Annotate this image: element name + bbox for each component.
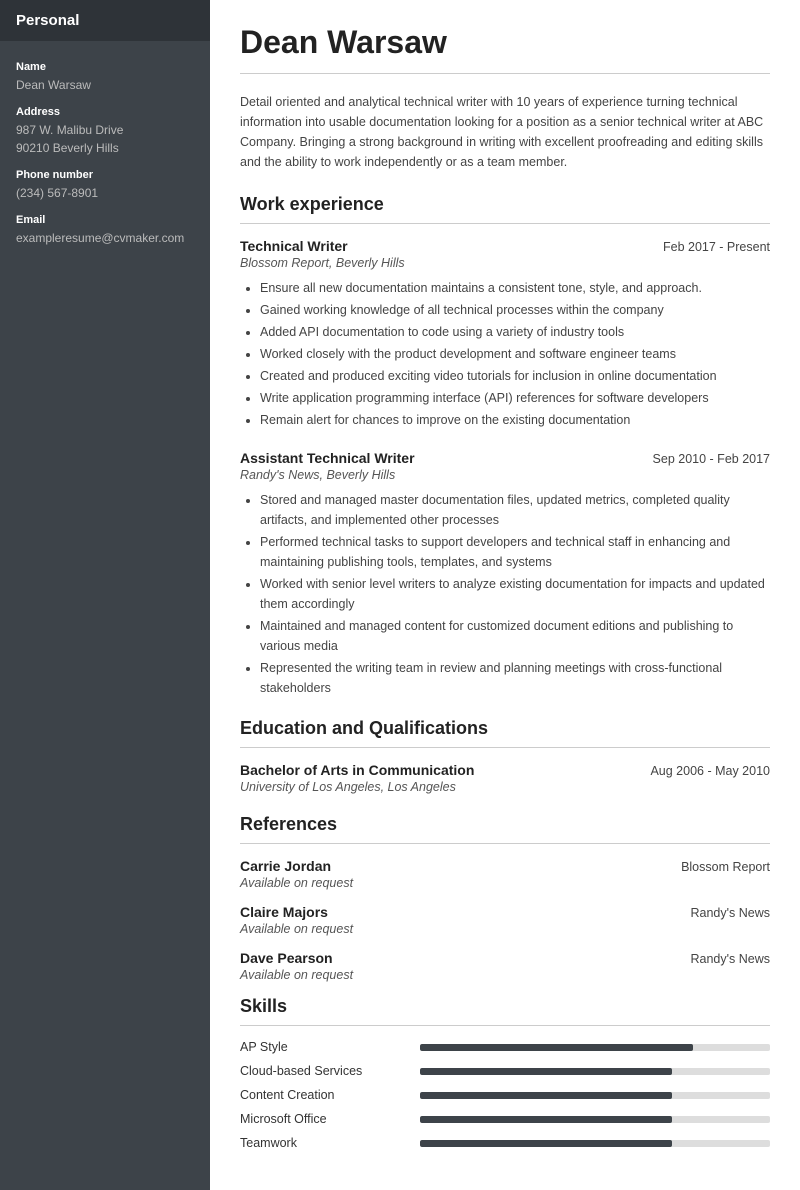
summary-text: Detail oriented and analytical technical… bbox=[240, 92, 770, 172]
education-container: Bachelor of Arts in Communication Aug 200… bbox=[240, 762, 770, 794]
job-company: Blossom Report, Beverly Hills bbox=[240, 256, 770, 270]
resume-name: Dean Warsaw bbox=[240, 24, 770, 74]
references-container: Carrie Jordan Blossom Report Available on … bbox=[240, 858, 770, 982]
reference-item: Dave Pearson Randy's News Available on req… bbox=[240, 950, 770, 982]
skill-bar-background bbox=[420, 1092, 770, 1099]
email-label: Email bbox=[16, 214, 194, 226]
job-header: Technical Writer Feb 2017 - Present bbox=[240, 238, 770, 254]
skill-bar-fill bbox=[420, 1140, 672, 1147]
job-bullets: Stored and managed master documentation … bbox=[240, 490, 770, 698]
phone-value: (234) 567-8901 bbox=[16, 184, 194, 202]
sidebar-personal-info: Name Dean Warsaw Address 987 W. Malibu D… bbox=[0, 61, 210, 275]
edu-header: Bachelor of Arts in Communication Aug 200… bbox=[240, 762, 770, 778]
skill-bar-fill bbox=[420, 1044, 693, 1051]
ref-company: Randy's News bbox=[691, 952, 771, 966]
references-divider bbox=[240, 843, 770, 844]
main-content: Dean Warsaw Detail oriented and analytic… bbox=[210, 0, 800, 1190]
ref-availability: Available on request bbox=[240, 876, 770, 890]
name-label: Name bbox=[16, 61, 194, 73]
skill-bar-background bbox=[420, 1116, 770, 1123]
job-bullets: Ensure all new documentation maintains a… bbox=[240, 278, 770, 430]
skill-row: Cloud-based Services bbox=[240, 1064, 770, 1078]
name-value: Dean Warsaw bbox=[16, 76, 194, 94]
reference-item: Carrie Jordan Blossom Report Available on … bbox=[240, 858, 770, 890]
ref-name: Dave Pearson bbox=[240, 950, 333, 966]
address-value: 987 W. Malibu Drive 90210 Beverly Hills bbox=[16, 121, 194, 157]
skill-row: Content Creation bbox=[240, 1088, 770, 1102]
edu-institution: University of Los Angeles, Los Angeles bbox=[240, 780, 770, 794]
edu-dates: Aug 2006 - May 2010 bbox=[650, 764, 770, 778]
list-item: Write application programming interface … bbox=[260, 388, 770, 408]
skill-label: Teamwork bbox=[240, 1136, 420, 1150]
skill-label: AP Style bbox=[240, 1040, 420, 1054]
skill-bar-fill bbox=[420, 1068, 672, 1075]
skills-title: Skills bbox=[240, 996, 770, 1017]
ref-name: Carrie Jordan bbox=[240, 858, 331, 874]
skill-bar-fill bbox=[420, 1116, 672, 1123]
skills-divider bbox=[240, 1025, 770, 1026]
job-dates: Feb 2017 - Present bbox=[663, 240, 770, 254]
job-company: Randy's News, Beverly Hills bbox=[240, 468, 770, 482]
reference-item: Claire Majors Randy's News Available on re… bbox=[240, 904, 770, 936]
sidebar: Personal Name Dean Warsaw Address 987 W.… bbox=[0, 0, 210, 1190]
address-label: Address bbox=[16, 106, 194, 118]
job-item: Assistant Technical Writer Sep 2010 - Feb… bbox=[240, 450, 770, 698]
list-item: Worked closely with the product developm… bbox=[260, 344, 770, 364]
ref-row: Carrie Jordan Blossom Report bbox=[240, 858, 770, 874]
jobs-container: Technical Writer Feb 2017 - Present Blosso… bbox=[240, 238, 770, 698]
list-item: Maintained and managed content for custo… bbox=[260, 616, 770, 656]
list-item: Ensure all new documentation maintains a… bbox=[260, 278, 770, 298]
list-item: Remain alert for chances to improve on t… bbox=[260, 410, 770, 430]
sidebar-header: Personal bbox=[0, 0, 210, 41]
list-item: Added API documentation to code using a … bbox=[260, 322, 770, 342]
email-value: exampleresume@cvmaker.com bbox=[16, 229, 194, 247]
skill-label: Microsoft Office bbox=[240, 1112, 420, 1126]
education-divider bbox=[240, 747, 770, 748]
skill-row: Teamwork bbox=[240, 1136, 770, 1150]
ref-company: Randy's News bbox=[691, 906, 771, 920]
ref-company: Blossom Report bbox=[681, 860, 770, 874]
work-experience-divider bbox=[240, 223, 770, 224]
skill-label: Cloud-based Services bbox=[240, 1064, 420, 1078]
ref-row: Claire Majors Randy's News bbox=[240, 904, 770, 920]
ref-availability: Available on request bbox=[240, 968, 770, 982]
list-item: Stored and managed master documentation … bbox=[260, 490, 770, 530]
job-title: Technical Writer bbox=[240, 238, 348, 254]
ref-row: Dave Pearson Randy's News bbox=[240, 950, 770, 966]
job-header: Assistant Technical Writer Sep 2010 - Feb… bbox=[240, 450, 770, 466]
education-title: Education and Qualifications bbox=[240, 718, 770, 739]
skill-bar-background bbox=[420, 1068, 770, 1075]
list-item: Created and produced exciting video tuto… bbox=[260, 366, 770, 386]
list-item: Represented the writing team in review a… bbox=[260, 658, 770, 698]
list-item: Performed technical tasks to support dev… bbox=[260, 532, 770, 572]
references-title: References bbox=[240, 814, 770, 835]
skill-row: AP Style bbox=[240, 1040, 770, 1054]
skill-label: Content Creation bbox=[240, 1088, 420, 1102]
ref-name: Claire Majors bbox=[240, 904, 328, 920]
list-item: Worked with senior level writers to anal… bbox=[260, 574, 770, 614]
ref-availability: Available on request bbox=[240, 922, 770, 936]
skill-row: Microsoft Office bbox=[240, 1112, 770, 1126]
skills-container: AP Style Cloud-based Services Content Crea… bbox=[240, 1040, 770, 1150]
job-title: Assistant Technical Writer bbox=[240, 450, 415, 466]
job-item: Technical Writer Feb 2017 - Present Blosso… bbox=[240, 238, 770, 430]
edu-degree: Bachelor of Arts in Communication bbox=[240, 762, 474, 778]
list-item: Gained working knowledge of all technica… bbox=[260, 300, 770, 320]
skill-bar-background bbox=[420, 1140, 770, 1147]
skill-bar-fill bbox=[420, 1092, 672, 1099]
phone-label: Phone number bbox=[16, 169, 194, 181]
job-dates: Sep 2010 - Feb 2017 bbox=[653, 452, 770, 466]
education-item: Bachelor of Arts in Communication Aug 200… bbox=[240, 762, 770, 794]
work-experience-title: Work experience bbox=[240, 194, 770, 215]
skill-bar-background bbox=[420, 1044, 770, 1051]
